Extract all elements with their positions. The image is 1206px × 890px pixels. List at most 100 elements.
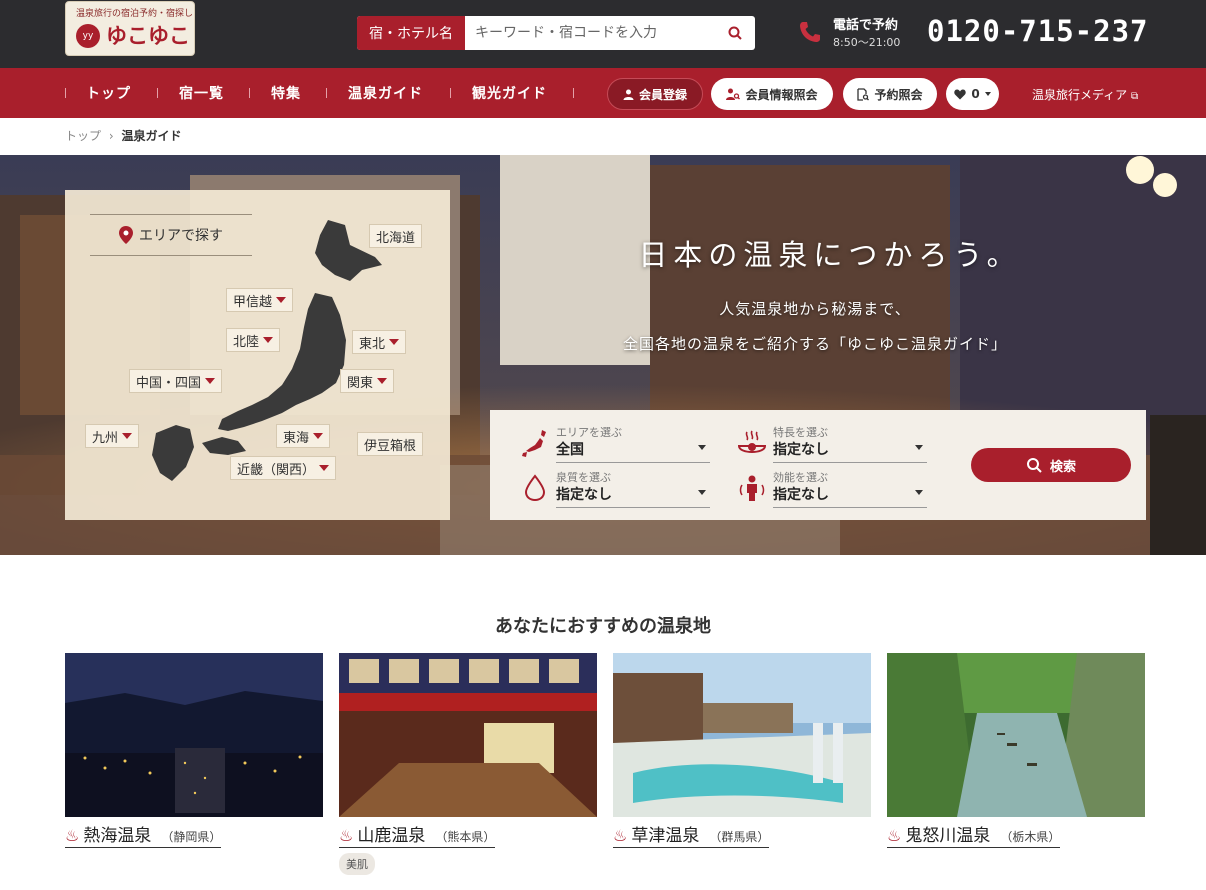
onsen-feature-tag: 美肌 xyxy=(339,853,375,875)
nav-separator xyxy=(249,88,250,98)
nav-separator xyxy=(157,88,158,98)
favorites-button[interactable]: 0 xyxy=(946,78,999,110)
onsen-name: 鬼怒川温泉 xyxy=(905,826,991,846)
onsen-mark-icon: ♨ xyxy=(65,826,80,845)
onsen-card-name[interactable]: ♨ 鬼怒川温泉 （栃木県） xyxy=(887,821,1061,848)
chevron-down-icon xyxy=(984,92,991,96)
chevron-right-icon: › xyxy=(108,129,114,143)
onsen-media-link[interactable]: 温泉旅行メディア ⧉ xyxy=(1032,86,1138,103)
user-icon xyxy=(623,89,634,100)
field-underline xyxy=(556,507,710,508)
member-register-button[interactable]: 会員登録 xyxy=(607,78,703,110)
japan-map-icon xyxy=(520,428,550,458)
phone-label: 電話で予約 xyxy=(833,18,899,33)
nav-separator xyxy=(450,88,451,98)
nav-item-top[interactable]: トップ xyxy=(86,68,131,118)
nav-item-tourism-guide[interactable]: 観光ガイド xyxy=(472,68,547,118)
efficacy-select[interactable]: 効能を選ぶ 指定なし xyxy=(737,465,927,508)
spring-quality-value: 指定なし xyxy=(556,487,612,503)
region-kyushu-label: 九州 xyxy=(92,430,119,446)
hotel-search-label: 宿・ホテル名 xyxy=(357,16,465,50)
onsen-card[interactable]: ♨ 山鹿温泉 （熊本県） 美肌 xyxy=(339,653,597,875)
caret-down-icon xyxy=(319,465,330,471)
phone-number[interactable]: 0120-715-237 xyxy=(927,14,1149,48)
efficacy-value: 指定なし xyxy=(773,487,829,503)
region-tokai[interactable]: 東海 xyxy=(276,424,331,448)
user-search-icon xyxy=(726,88,741,100)
reservation-check-button[interactable]: 予約照会 xyxy=(843,78,937,110)
nav-item-onsen-guide[interactable]: 温泉ガイド xyxy=(348,68,423,118)
chevron-down-icon xyxy=(698,445,706,450)
caret-down-icon xyxy=(377,378,388,384)
chevron-down-icon xyxy=(698,490,706,495)
onsen-feature-icon xyxy=(737,428,767,458)
phone-icon xyxy=(800,22,820,42)
region-kanto[interactable]: 関東 xyxy=(340,369,395,393)
region-kyushu[interactable]: 九州 xyxy=(85,424,140,448)
site-logo[interactable]: 温泉旅行の宿泊予約・宿探し yy ゆこゆこ xyxy=(65,1,195,56)
region-hokuriku[interactable]: 北陸 xyxy=(226,328,281,352)
region-hokuriku-label: 北陸 xyxy=(233,334,260,350)
feature-select-label: 特長を選ぶ xyxy=(773,426,828,439)
onsen-name: 熱海温泉 xyxy=(83,826,152,846)
logo-mark-icon: yy xyxy=(76,24,100,48)
region-hokkaido[interactable]: 北海道 xyxy=(369,224,423,248)
member-info-button[interactable]: 会員情報照会 xyxy=(711,78,833,110)
region-kinki-label: 近畿（関西） xyxy=(237,462,316,478)
onsen-prefecture: （静岡県） xyxy=(161,830,222,844)
onsen-card[interactable]: ♨ 草津温泉 （群馬県） xyxy=(613,653,871,848)
member-register-label: 会員登録 xyxy=(638,87,687,102)
spring-quality-select[interactable]: 泉質を選ぶ 指定なし xyxy=(520,465,710,508)
onsen-prefecture: （熊本県） xyxy=(435,830,496,844)
onsen-card-name[interactable]: ♨ 熱海温泉 （静岡県） xyxy=(65,821,222,848)
hotel-search-input[interactable] xyxy=(465,16,715,50)
search-submit-button[interactable] xyxy=(715,16,755,50)
person-wellness-icon xyxy=(737,473,767,503)
region-chugoku-shikoku[interactable]: 中国・四国 xyxy=(129,369,223,393)
logo-name: ゆこゆこ xyxy=(106,24,190,48)
search-icon xyxy=(1026,458,1042,473)
region-koshinetsu[interactable]: 甲信越 xyxy=(226,288,294,312)
onsen-card[interactable]: ♨ 熱海温泉 （静岡県） xyxy=(65,653,323,848)
efficacy-label: 効能を選ぶ xyxy=(773,471,828,484)
onsen-mark-icon: ♨ xyxy=(339,826,354,845)
nav-separator xyxy=(573,88,574,98)
caret-down-icon xyxy=(263,337,274,343)
hero-title: 日本の温泉につかろう。 xyxy=(638,238,1022,272)
document-search-icon xyxy=(857,87,870,101)
onsen-search-button[interactable]: 検索 xyxy=(971,448,1131,482)
hero-subtitle-2: 全国各地の温泉をご紹介する「ゆこゆこ温泉ガイド」 xyxy=(622,335,1007,353)
region-tohoku-label: 東北 xyxy=(359,336,386,352)
region-tokai-label: 東海 xyxy=(283,430,310,446)
onsen-card-name[interactable]: ♨ 山鹿温泉 （熊本県） xyxy=(339,821,496,848)
caret-down-icon xyxy=(389,339,400,345)
breadcrumb-home[interactable]: トップ xyxy=(65,129,101,143)
external-link-icon: ⧉ xyxy=(1131,91,1139,102)
nav-item-hotel-list[interactable]: 宿一覧 xyxy=(179,68,224,118)
breadcrumb: トップ › 温泉ガイド xyxy=(65,127,182,144)
onsen-card[interactable]: ♨ 鬼怒川温泉 （栃木県） xyxy=(887,653,1145,848)
recommend-section-title: あなたにおすすめの温泉地 xyxy=(495,616,711,637)
onsen-mark-icon: ♨ xyxy=(887,826,902,845)
area-select[interactable]: エリアを選ぶ 全国 xyxy=(520,420,710,463)
chevron-down-icon xyxy=(915,445,923,450)
feature-select-value: 指定なし xyxy=(773,442,829,458)
member-info-label: 会員情報照会 xyxy=(745,87,818,102)
nav-separator xyxy=(65,88,66,98)
field-underline xyxy=(773,507,927,508)
onsen-media-label: 温泉旅行メディア xyxy=(1032,88,1128,102)
hotel-search-box: 宿・ホテル名 xyxy=(357,16,755,50)
feature-select[interactable]: 特長を選ぶ 指定なし xyxy=(737,420,927,463)
onsen-name: 山鹿温泉 xyxy=(357,826,426,846)
region-tohoku[interactable]: 東北 xyxy=(352,330,407,354)
region-kinki[interactable]: 近畿（関西） xyxy=(230,456,337,480)
map-pin-icon xyxy=(119,226,133,244)
onsen-card-name[interactable]: ♨ 草津温泉 （群馬県） xyxy=(613,821,770,848)
spring-quality-label: 泉質を選ぶ xyxy=(556,471,611,484)
onsen-prefecture: （群馬県） xyxy=(709,830,770,844)
kinugawa-river-photo xyxy=(887,653,1145,817)
nav-item-feature[interactable]: 特集 xyxy=(271,68,301,118)
area-select-value: 全国 xyxy=(556,442,584,458)
phone-hours: 8:50〜21:00 xyxy=(833,36,901,49)
region-izu-hakone[interactable]: 伊豆箱根 xyxy=(357,432,424,456)
